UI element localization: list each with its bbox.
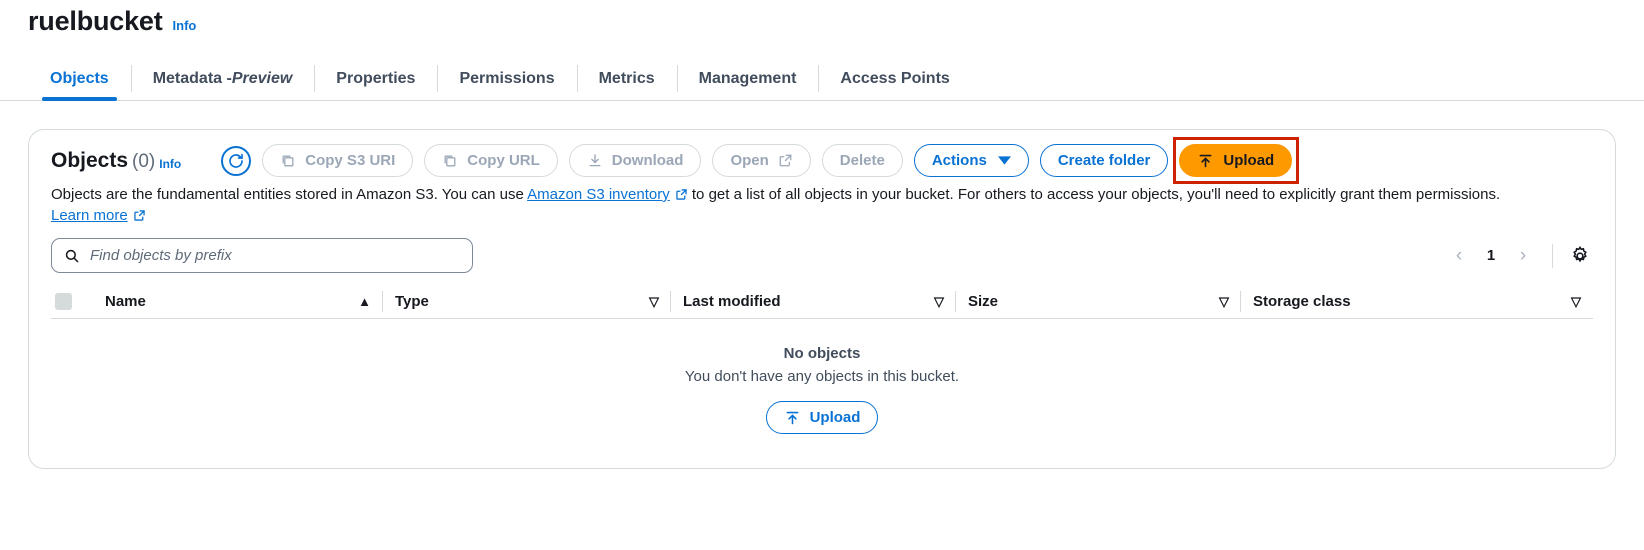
external-link-icon <box>675 188 688 201</box>
objects-panel: Objects (0) Info Copy S3 URI Copy URL Do… <box>28 129 1616 469</box>
tab-properties[interactable]: Properties <box>314 57 437 100</box>
tab-label: Permissions <box>459 69 555 87</box>
page-header: ruelbucket Info <box>0 0 1644 37</box>
empty-state-upload-button[interactable]: Upload <box>765 401 879 434</box>
sort-icon: ▽ <box>934 293 944 309</box>
copy-icon <box>442 153 458 169</box>
tab-objects[interactable]: Objects <box>28 57 131 101</box>
tab-metrics[interactable]: Metrics <box>576 57 677 100</box>
learn-more-link[interactable]: Learn more <box>51 207 146 224</box>
button-label: Actions <box>931 152 987 169</box>
amazon-s3-inventory-link[interactable]: Amazon S3 inventory <box>527 186 688 203</box>
select-all-checkbox[interactable] <box>55 293 72 310</box>
pagination: ‹ 1 › <box>1444 241 1593 271</box>
external-link-icon <box>133 209 146 222</box>
pagination-divider <box>1552 243 1553 268</box>
tab-management[interactable]: Management <box>676 57 819 100</box>
objects-filter-row: Find objects by prefix ‹ 1 › <box>29 226 1615 273</box>
header-info-link[interactable]: Info <box>173 18 197 33</box>
download-button[interactable]: Download <box>568 144 702 177</box>
tab-bar: Objects Metadata - Preview Properties Pe… <box>0 57 1644 101</box>
tab-permissions[interactable]: Permissions <box>437 57 576 100</box>
search-icon <box>64 248 80 264</box>
copy-url-button[interactable]: Copy URL <box>424 144 558 177</box>
empty-state-action: Upload <box>765 401 879 434</box>
objects-count: (0) <box>132 150 156 172</box>
button-label: Upload <box>1223 152 1275 169</box>
pagination-page-1[interactable]: 1 <box>1478 247 1504 264</box>
column-header-size[interactable]: Size ▽ <box>955 285 1241 318</box>
page-title: ruelbucket <box>28 6 163 36</box>
sort-icon: ▽ <box>1219 293 1229 309</box>
tab-label: Management <box>698 69 797 87</box>
column-header-name[interactable]: Name ▲ <box>93 285 383 318</box>
copy-icon <box>280 153 296 169</box>
search-input[interactable]: Find objects by prefix <box>51 238 473 273</box>
upload-icon <box>1197 152 1214 169</box>
tab-label: Metrics <box>598 69 655 87</box>
button-label: Delete <box>839 152 885 169</box>
open-button[interactable]: Open <box>712 144 811 177</box>
search-placeholder: Find objects by prefix <box>90 247 232 264</box>
refresh-icon[interactable] <box>221 145 252 176</box>
sort-icon: ▽ <box>1571 293 1581 309</box>
actions-button[interactable]: Actions <box>913 144 1029 177</box>
button-label: Copy URL <box>467 152 540 169</box>
sort-icon: ▽ <box>649 293 659 309</box>
column-label: Storage class <box>1253 293 1351 310</box>
description-part-1: Objects are the fundamental entities sto… <box>51 186 528 203</box>
empty-state: No objects You don't have any objects in… <box>29 319 1615 434</box>
tab-label: Objects <box>50 69 109 87</box>
upload-button[interactable]: Upload <box>1179 144 1293 177</box>
objects-description: Objects are the fundamental entities sto… <box>29 177 1589 226</box>
button-label: Open <box>730 152 769 169</box>
tab-label-preview: Preview <box>231 69 293 87</box>
objects-title: Objects <box>51 148 129 172</box>
column-label: Name <box>105 293 146 310</box>
link-label: Amazon S3 inventory <box>527 186 670 203</box>
pagination-prev-button[interactable]: ‹ <box>1444 241 1474 271</box>
gear-icon[interactable] <box>1567 243 1593 269</box>
link-label: Learn more <box>51 207 128 224</box>
column-header-last-modified[interactable]: Last modified ▽ <box>670 285 956 318</box>
delete-button[interactable]: Delete <box>821 144 903 177</box>
empty-state-title: No objects <box>783 345 861 362</box>
column-header-storage-class[interactable]: Storage class ▽ <box>1240 285 1593 318</box>
button-label: Download <box>611 152 684 169</box>
upload-button-wrapper: Upload <box>1173 137 1300 184</box>
objects-toolbar: Copy S3 URI Copy URL Download Open Delet… <box>221 137 1593 184</box>
tab-label: Metadata - <box>152 69 232 87</box>
pagination-next-button[interactable]: › <box>1508 241 1538 271</box>
s3-objects-page: ruelbucket Info Objects Metadata - Previ… <box>0 0 1644 550</box>
tab-access-points[interactable]: Access Points <box>818 57 971 100</box>
objects-panel-header: Objects (0) Info Copy S3 URI Copy URL Do… <box>29 130 1615 184</box>
button-label: Upload <box>809 409 861 426</box>
select-all-cell <box>51 285 93 318</box>
column-label: Size <box>968 293 999 310</box>
objects-heading: Objects (0) Info <box>51 149 181 173</box>
column-label: Last modified <box>683 293 781 310</box>
external-link-icon <box>778 153 793 168</box>
copy-s3-uri-button[interactable]: Copy S3 URI <box>262 144 414 177</box>
empty-state-subtitle: You don't have any objects in this bucke… <box>684 368 960 385</box>
objects-info-link[interactable]: Info <box>159 157 181 171</box>
sort-ascending-icon: ▲ <box>358 294 371 309</box>
button-label: Copy S3 URI <box>305 152 396 169</box>
create-folder-button[interactable]: Create folder <box>1039 144 1169 177</box>
chevron-down-icon <box>997 156 1011 165</box>
button-label: Create folder <box>1057 152 1151 169</box>
tab-label: Properties <box>336 69 416 87</box>
column-header-type[interactable]: Type ▽ <box>382 285 671 318</box>
column-label: Type <box>395 293 429 310</box>
tab-metadata[interactable]: Metadata - Preview <box>130 57 315 100</box>
download-icon <box>587 152 603 169</box>
tab-label: Access Points <box>840 69 950 87</box>
upload-icon <box>784 409 801 426</box>
objects-table-header: Name ▲ Type ▽ Last modified ▽ Size ▽ Sto… <box>51 285 1593 319</box>
description-part-2: to get a list of all objects in your buc… <box>687 186 1501 203</box>
